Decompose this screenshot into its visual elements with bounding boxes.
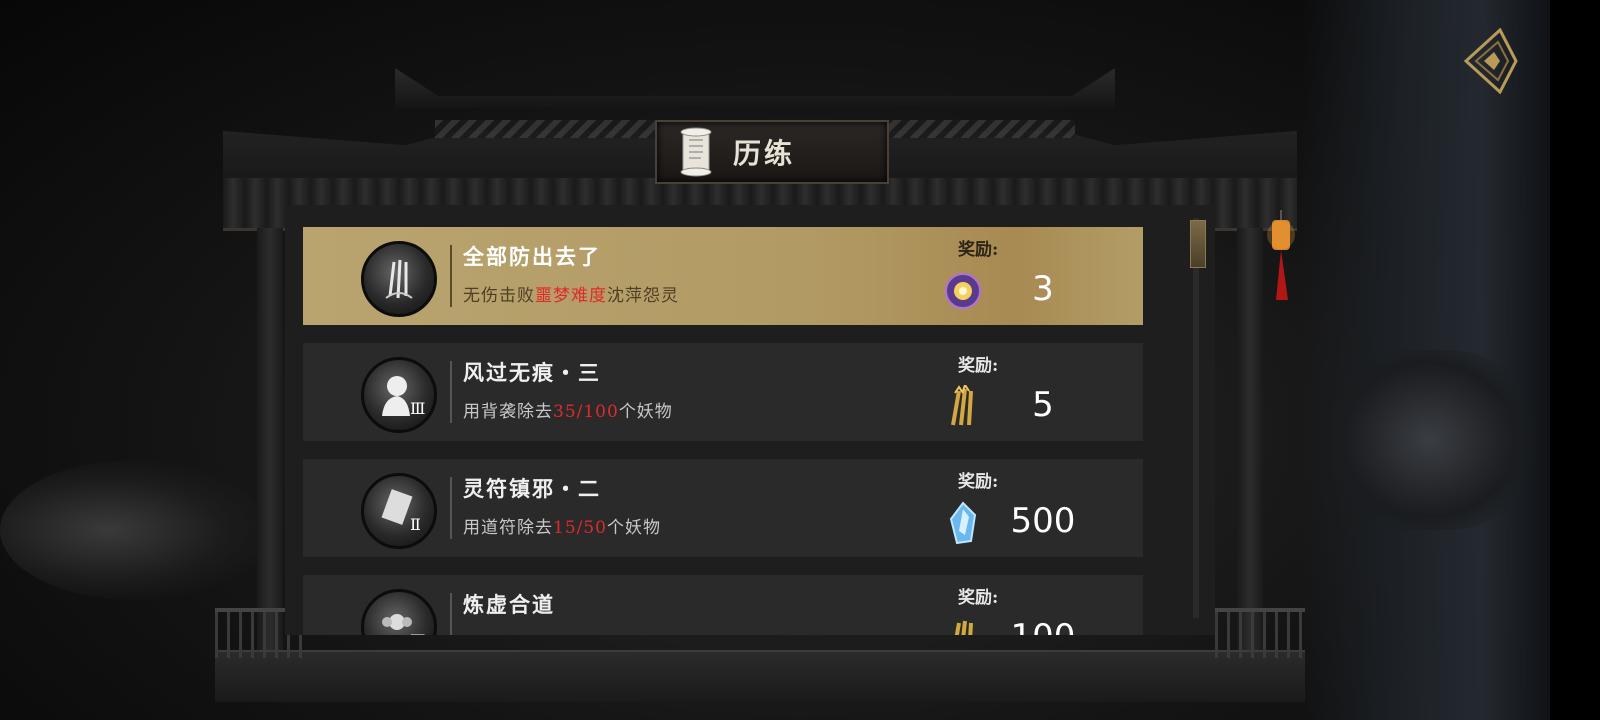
achievement-list: 全部防出去了 无伤击败噩梦难度沈萍怨灵 奖励: 3 Ⅲ 风过无痕・三 用背袭除去… [303,227,1143,635]
reward-label: 奖励: [958,472,999,492]
blue-crystal-icon [949,501,977,545]
achievement-description: 用道符除去15/50个妖物 [463,518,661,538]
achievement-title: 灵符镇邪・二 [463,476,601,501]
gold-arrows-icon [951,385,973,426]
reward-amount: 100 [993,617,1093,635]
title-plaque: 历练 [655,120,889,184]
row-divider [450,361,452,423]
achievement-row[interactable]: Ⅱ 灵符镇邪・二 用道符除去15/50个妖物 奖励: 500 [303,459,1143,557]
spirit-orb-icon [945,273,981,309]
achievement-row[interactable]: 全部防出去了 无伤击败噩梦难度沈萍怨灵 奖励: 3 [303,227,1143,325]
scroll-icon [680,127,712,177]
flower-medal-icon: Ⅲ [361,589,437,635]
reward-label: 奖励: [958,356,999,376]
shadow-figure-medal-icon: Ⅲ [361,357,437,433]
progress-count: 35/100 [553,402,619,422]
achievement-title: 全部防出去了 [463,244,601,269]
svg-text:Ⅱ: Ⅱ [410,515,421,534]
achievement-title: 炼虚合道 [463,592,555,617]
page-title: 历练 [733,137,796,170]
svg-text:Ⅲ: Ⅲ [410,399,425,418]
red-lantern-icon [1267,210,1295,300]
reward-amount: 3 [1032,269,1054,309]
shrine-base [215,650,1305,702]
achievement-description: 无伤击败噩梦难度沈萍怨灵 [463,286,679,306]
claw-medal-icon [361,241,437,317]
achievement-description: 用背袭除去35/100个妖物 [463,402,673,422]
reward-amount: 5 [1032,385,1054,425]
scrollbar-thumb[interactable] [1190,220,1206,268]
achievement-row[interactable]: Ⅲ 风过无痕・三 用背袭除去35/100个妖物 奖励: 5 [303,343,1143,441]
reward-amount: 500 [1010,501,1076,541]
diamond-back-arrow-icon [1463,27,1518,95]
achievement-row[interactable]: Ⅲ 炼虚合道 奖励: 100 [303,575,1143,635]
reward-label: 奖励: [958,588,999,608]
row-divider [450,477,452,539]
difficulty-highlight: 噩梦难度 [535,286,607,306]
talisman-medal-icon: Ⅱ [361,473,437,549]
achievement-title: 风过无痕・三 [463,360,601,385]
background-edge [1550,0,1600,720]
railing-right [1215,608,1305,658]
background-rock-right [1330,350,1530,530]
row-divider [450,593,452,635]
scrollbar-track[interactable] [1193,218,1199,618]
reward-label: 奖励: [958,240,999,260]
roof-ridge [395,68,1115,108]
svg-text:Ⅲ: Ⅲ [410,631,425,635]
achievement-panel[interactable]: 全部防出去了 无伤击败噩梦难度沈萍怨灵 奖励: 3 Ⅲ 风过无痕・三 用背袭除去… [285,205,1215,635]
back-button[interactable] [1460,27,1518,95]
progress-count: 15/50 [553,518,607,538]
gold-arrows-icon [954,620,973,635]
row-divider [450,245,452,307]
